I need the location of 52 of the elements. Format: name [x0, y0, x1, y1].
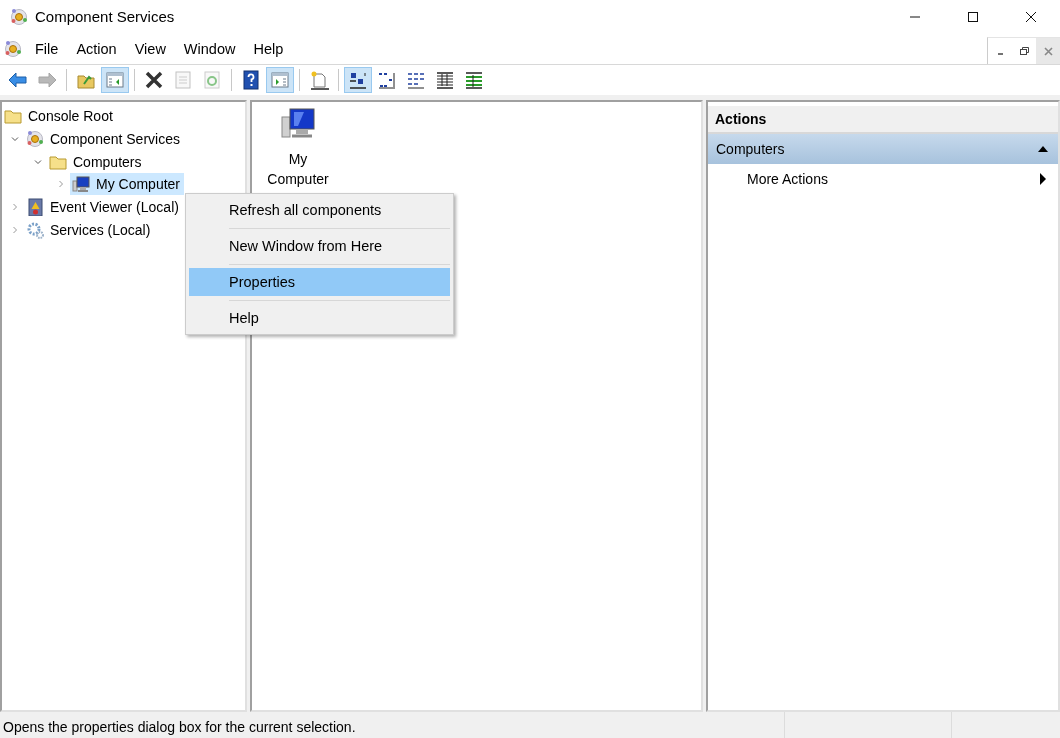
small-icons-icon [377, 70, 397, 90]
close-icon[interactable] [1042, 45, 1054, 57]
menu-item[interactable]: Window [174, 40, 245, 57]
folder-icon [4, 107, 22, 126]
gears-icon [26, 220, 44, 239]
tree-item[interactable]: Services (Local) [24, 218, 155, 241]
custom-view-icon [464, 70, 484, 90]
properties-icon [173, 70, 193, 90]
menu-item[interactable]: View [125, 40, 175, 57]
back-arrow-icon [8, 70, 28, 90]
status-text: Opens the properties dialog box for the current selection. [2, 718, 357, 737]
tree-item[interactable]: My Computer [70, 173, 185, 196]
menu-item[interactable]: Help [244, 40, 293, 57]
tree-item[interactable]: Event Viewer (Local) [24, 196, 183, 219]
content-item[interactable]: My Computer [253, 107, 343, 189]
toolbar-button[interactable] [344, 67, 372, 93]
tree-item[interactable]: Console Root [2, 105, 117, 128]
menu-item[interactable]: Help [189, 304, 450, 332]
console-tree-icon [105, 70, 125, 90]
menu-item[interactable]: Refresh all components [189, 196, 450, 224]
computer-icon [280, 107, 316, 141]
details-icon [435, 70, 455, 90]
computer-icon [72, 175, 90, 194]
event-log-icon [26, 198, 44, 217]
action-link[interactable]: More Actions [708, 164, 1058, 194]
app-icon [10, 7, 28, 26]
expand-chevron-icon[interactable] [10, 202, 20, 213]
close-icon [1025, 10, 1037, 23]
menu-item[interactable]: File [26, 40, 68, 57]
expand-chevron-icon[interactable] [56, 179, 66, 190]
menu-item[interactable]: Action [67, 40, 126, 57]
actions-header: Actions [708, 106, 1058, 134]
new-window-icon [309, 70, 329, 90]
submenu-arrow-icon [1040, 173, 1046, 185]
large-icons-icon [348, 70, 368, 90]
help-icon [241, 70, 261, 90]
menu-item[interactable]: Properties [189, 268, 450, 296]
menu-item[interactable]: New Window from Here [189, 232, 450, 260]
delete-icon [144, 70, 164, 90]
component-icon [26, 130, 44, 149]
list-icon [406, 70, 426, 90]
expand-chevron-icon[interactable] [10, 224, 20, 235]
action-pane-icon [270, 70, 290, 90]
refresh-icon [202, 70, 222, 90]
restore-icon[interactable] [1018, 45, 1030, 57]
tree-item[interactable]: Component Services [24, 128, 184, 151]
app-icon [4, 39, 22, 58]
forward-arrow-icon [37, 70, 57, 90]
tree-item[interactable]: Computers [47, 150, 146, 173]
maximize-icon [967, 10, 979, 23]
section-header[interactable]: Computers [708, 134, 1058, 164]
window-title: Component Services [35, 8, 175, 25]
